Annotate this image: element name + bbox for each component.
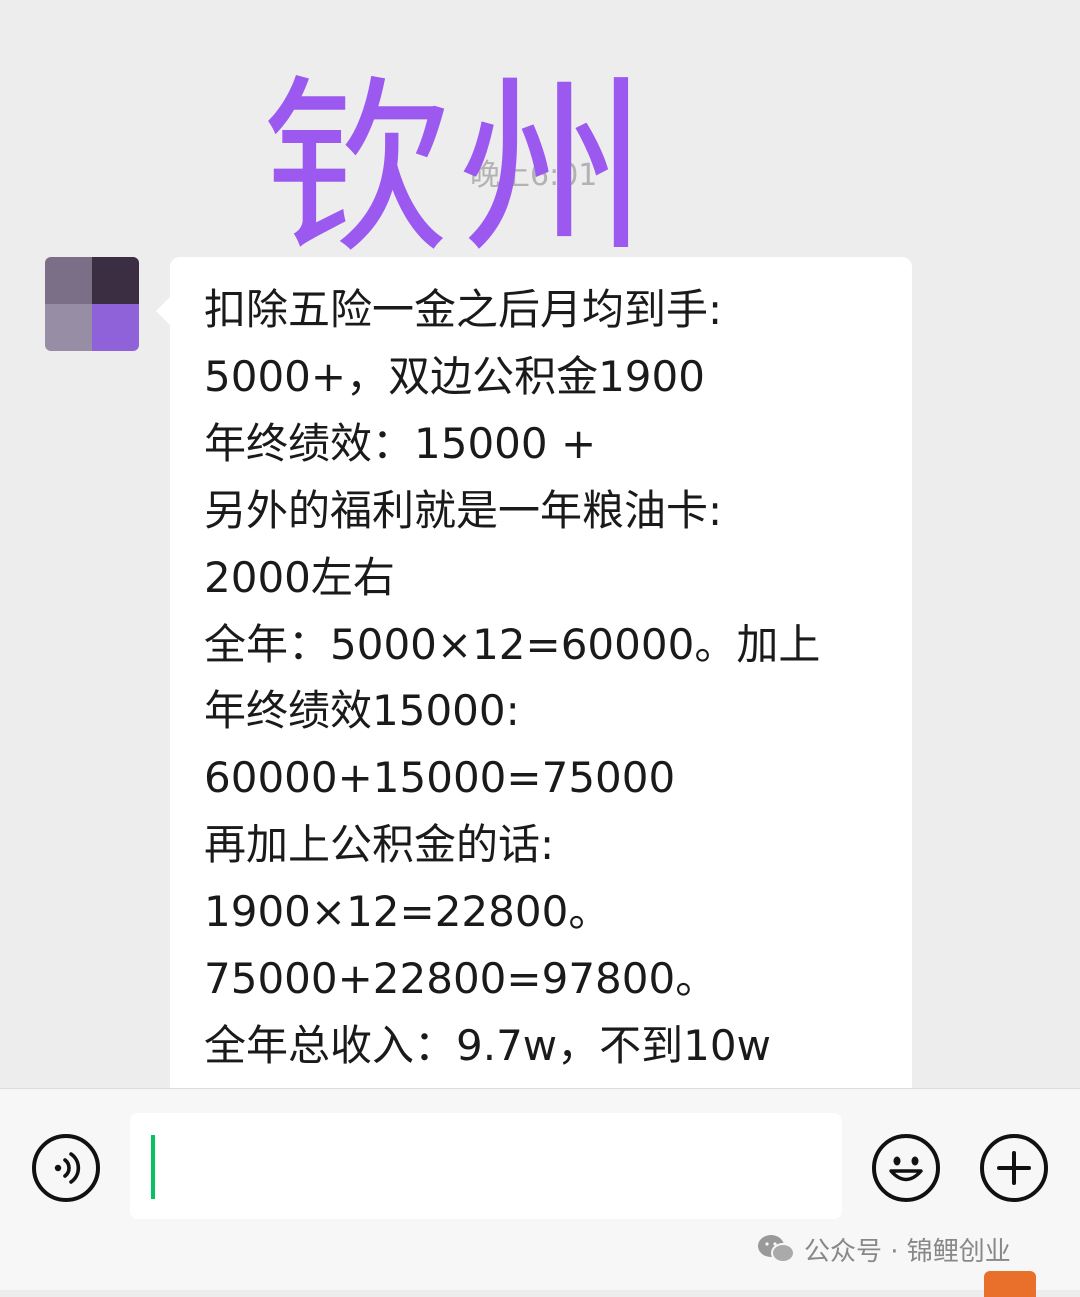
- watermark: 公众号 · 锦鲤创业: [756, 1229, 1011, 1269]
- avatar-pixel: [45, 304, 92, 351]
- avatar-pixel: [92, 304, 139, 351]
- chat-area[interactable]: 晚上6:01 扣除五险一金之后月均到手: 5000+，双边公积金1900 年终绩…: [0, 44, 1080, 1100]
- voice-icon: [54, 1152, 81, 1184]
- message-line: 扣除五险一金之后月均到手:: [204, 285, 723, 334]
- avatar[interactable]: [45, 257, 139, 351]
- emoji-icon: [889, 1156, 923, 1182]
- overlay-title: 钦州: [262, 58, 655, 279]
- message-line: 1900×12=22800。: [204, 887, 611, 937]
- message-line: 60000+15000=75000: [204, 753, 676, 803]
- plus-icon: [997, 1151, 1031, 1185]
- message-line: 全年：5000×12=60000。加上: [204, 619, 821, 669]
- top-bar: [0, 0, 1080, 45]
- input-bar: 公众号 · 锦鲤创业: [0, 1088, 1080, 1297]
- message-bubble[interactable]: 扣除五险一金之后月均到手: 5000+，双边公积金1900 年终绩效：15000…: [156, 257, 912, 1100]
- wechat-icon: [758, 1235, 795, 1263]
- message-line: 2000左右: [204, 552, 395, 602]
- corner-badge: [984, 1271, 1036, 1297]
- more-button[interactable]: [980, 1134, 1048, 1202]
- message-line: 另外的福利就是一年粮油卡:: [204, 485, 723, 535]
- message-line: 75000+22800=97800。: [204, 954, 718, 1004]
- text-cursor: [151, 1135, 155, 1199]
- voice-button[interactable]: [32, 1134, 100, 1202]
- message-input[interactable]: [130, 1113, 842, 1219]
- message-line: 再加上公积金的话:: [204, 820, 555, 870]
- message-line: 年终绩效15000:: [204, 686, 520, 736]
- avatar-pixel: [45, 257, 92, 304]
- watermark-text: 公众号 · 锦鲤创业: [804, 1236, 1011, 1267]
- emoji-button[interactable]: [872, 1134, 940, 1202]
- message-line: 年终绩效：15000 +: [204, 418, 597, 468]
- message-line: 全年总收入：9.7w，不到10w: [204, 1020, 771, 1070]
- message-line: 5000+，双边公积金1900: [204, 351, 705, 401]
- avatar-pixel: [92, 257, 139, 304]
